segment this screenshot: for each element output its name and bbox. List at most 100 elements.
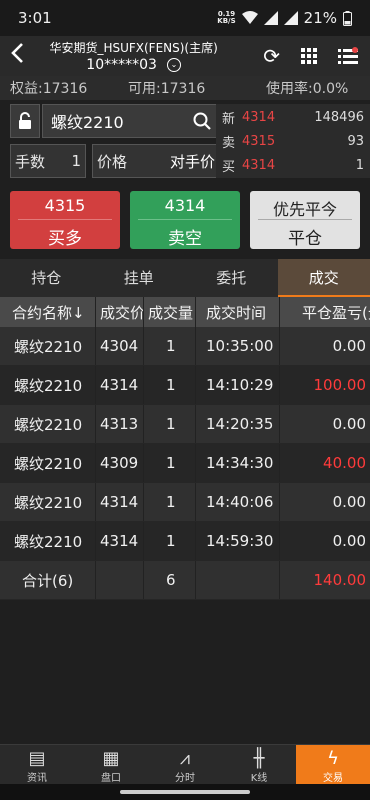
header-close-pnl[interactable]: 平仓盈亏(元) [280,297,370,327]
total-qty: 6 [144,561,196,599]
cell-price: 4304 [96,327,144,365]
nav-order-book-label: 盘口 [101,773,121,784]
cell-pnl: 0.00 [332,415,366,433]
cell-price: 4313 [96,405,144,443]
signal-icon [263,11,278,25]
available-funds: 可用:17316 [128,81,206,97]
cell-qty: 1 [144,366,196,404]
tab-fills[interactable]: 成交 [277,259,370,297]
contract-field[interactable]: 螺纹2210 [42,104,220,138]
last-label: 新 [222,111,236,127]
ask-price: 4315 [242,133,276,149]
total-price-empty [96,561,144,599]
total-time-empty [196,561,280,599]
bottom-nav: ▤ 资讯 ▦ 盘口 ⩘ 分时 ╫ K线 ϟ 交易 [0,744,370,784]
table-row[interactable]: 螺纹2210 4314 1 14:59:30 0.00 [0,522,370,561]
quantity-value: 1 [71,152,81,170]
table-total-row: 合计(6) 6 140.00 [0,561,370,600]
nav-trade[interactable]: ϟ 交易 [296,745,370,784]
quote-panel: 新 4314 148496 卖 4315 93 买 4314 1 [216,104,370,178]
cell-qty: 1 [144,405,196,443]
nav-order-book[interactable]: ▦ 盘口 [74,745,148,785]
account-id: 10*****03 [86,57,157,73]
nav-news[interactable]: ▤ 资讯 [0,745,74,785]
buy-long-button[interactable]: 4315 买多 [10,191,120,249]
chevron-down-icon[interactable]: ⌄ [166,58,181,72]
table-row[interactable]: 螺纹2210 4314 1 14:10:29 100.00 [0,366,370,405]
last-price: 4314 [242,109,276,125]
cell-pnl: 40.00 [323,454,366,472]
nav-trade-label: 交易 [323,773,343,784]
price-field[interactable]: 价格 对手价 [92,144,220,178]
cell-time: 14:59:30 [196,522,280,560]
total-pnl: 140.00 [313,571,367,589]
cell-price: 4309 [96,444,144,482]
header-contract[interactable]: 合约名称↓ [0,297,96,327]
lock-open-icon [19,112,31,129]
cell-pnl: 0.00 [332,532,366,550]
tab-pending-orders[interactable]: 挂单 [93,259,186,297]
cell-price: 4314 [96,522,144,560]
cell-time: 14:20:35 [196,405,280,443]
sell-short-button[interactable]: 4314 卖空 [130,191,240,249]
nav-news-label: 资讯 [27,773,47,784]
tab-positions[interactable]: 持仓 [0,259,93,297]
wifi-icon [241,11,258,24]
quantity-field[interactable]: 手数 1 [10,144,86,178]
header-fill-time[interactable]: 成交时间 [196,297,280,327]
clock: 3:01 [18,9,52,27]
cell-contract: 螺纹2210 [0,327,96,365]
cell-contract: 螺纹2210 [0,405,96,443]
buy-price: 4315 [44,196,86,215]
battery-percent: 21% [303,9,337,27]
nav-intraday-label: 分时 [175,773,195,784]
search-icon[interactable] [193,112,211,130]
status-icons: 0.19 KB/S 21% [217,9,352,27]
cell-qty: 1 [144,522,196,560]
header-fill-qty[interactable]: 成交量 [144,297,196,327]
buy-label: 买多 [48,229,82,249]
lightning-icon: ϟ [327,748,339,769]
cell-price: 4314 [96,483,144,521]
grid-icon[interactable] [300,47,318,65]
lock-button[interactable] [10,104,40,138]
table-row[interactable]: 螺纹2210 4309 1 14:34:30 40.00 [0,444,370,483]
table-row[interactable]: 螺纹2210 4313 1 14:20:35 0.00 [0,405,370,444]
chevron-left-icon [11,43,23,63]
line-chart-icon: ⩘ [179,748,191,769]
quote-bid: 买 4314 1 [216,154,370,176]
sell-label: 卖空 [168,229,202,249]
battery-icon [343,10,352,26]
cell-contract: 螺纹2210 [0,483,96,521]
nav-kline-label: K线 [250,773,268,784]
back-button[interactable] [0,42,34,70]
account-selector[interactable]: 华安期货_HSUFX(FENS)(主席) 10*****03 ⌄ [34,39,263,73]
home-indicator[interactable] [120,790,250,794]
cell-time: 14:10:29 [196,366,280,404]
bid-volume: 1 [355,157,364,173]
system-gesture-bar [0,784,370,800]
nav-kline[interactable]: ╫ K线 [222,745,296,785]
cell-pnl: 0.00 [332,493,366,511]
cell-qty: 1 [144,483,196,521]
cell-contract: 螺纹2210 [0,366,96,404]
close-priority: 优先平今 [272,200,337,219]
cell-time: 10:35:00 [196,327,280,365]
account-stats: 权益:17316 可用:17316 使用率:0.0% [0,76,370,100]
header-fill-price[interactable]: 成交价 [96,297,144,327]
quote-last: 新 4314 148496 [216,106,370,128]
menu-list-icon[interactable] [338,47,358,65]
table-row[interactable]: 螺纹2210 4314 1 14:40:06 0.00 [0,483,370,522]
tab-orders[interactable]: 委托 [185,259,278,297]
broker-title: 华安期货_HSUFX(FENS)(主席) [49,41,218,55]
app-header: 华安期货_HSUFX(FENS)(主席) 10*****03 ⌄ ⟳ [0,36,370,76]
fills-table-header: 合约名称↓ 成交价 成交量 成交时间 平仓盈亏(元) [0,297,370,327]
refresh-icon[interactable]: ⟳ [263,44,280,68]
bid-price: 4314 [242,157,276,173]
cell-price: 4314 [96,366,144,404]
close-position-button[interactable]: 优先平今 平仓 [250,191,360,249]
table-row[interactable]: 螺纹2210 4304 1 10:35:00 0.00 [0,327,370,366]
candlestick-icon: ╫ [253,748,265,769]
nav-intraday[interactable]: ⩘ 分时 [148,745,222,785]
price-label: 价格 [97,152,128,171]
